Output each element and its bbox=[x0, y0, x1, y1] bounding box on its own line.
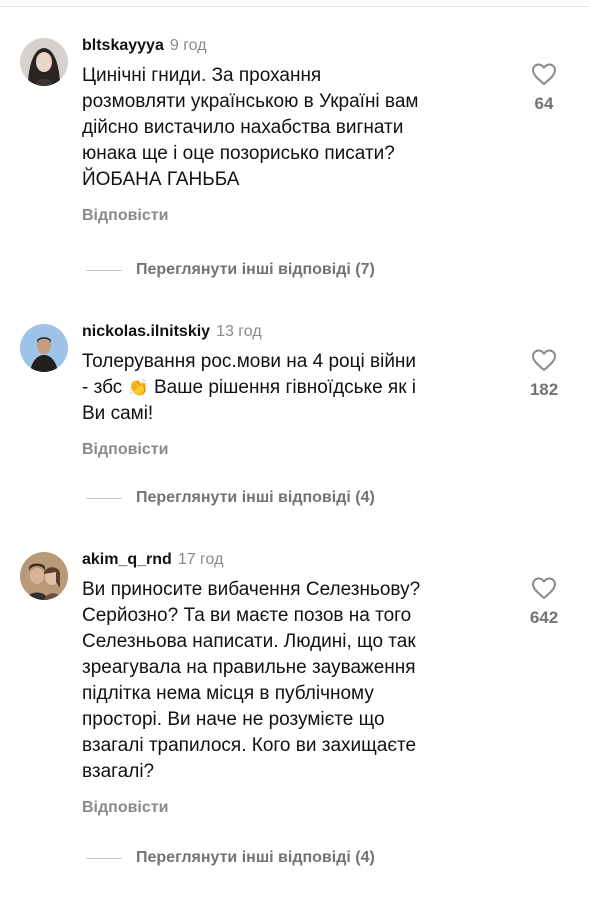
replies-divider bbox=[86, 857, 122, 859]
like-control[interactable]: 64 bbox=[524, 62, 564, 114]
top-divider bbox=[0, 6, 589, 7]
view-more-replies-label[interactable]: Переглянути інші відповіді (4) bbox=[136, 489, 375, 507]
view-more-replies-label[interactable]: Переглянути інші відповіді (7) bbox=[136, 261, 375, 279]
avatar[interactable] bbox=[20, 552, 68, 600]
comment-username[interactable]: bltskayyya bbox=[82, 37, 164, 54]
like-control[interactable]: 642 bbox=[524, 576, 564, 628]
clapping-hands-emoji: 👏 bbox=[127, 378, 149, 397]
comment-text: Ви приносите вибачення Селезньову? Серйо… bbox=[82, 579, 421, 782]
comment-time: 9 год bbox=[169, 37, 207, 54]
view-more-replies[interactable]: Переглянути інші відповіді (4) bbox=[86, 848, 375, 868]
heart-icon[interactable] bbox=[531, 62, 557, 86]
comment-time: 13 год bbox=[216, 323, 262, 340]
comment-username[interactable]: akim_q_rnd bbox=[82, 551, 172, 568]
like-count: 64 bbox=[534, 94, 554, 113]
heart-icon[interactable] bbox=[531, 576, 557, 600]
avatar-photo bbox=[20, 38, 68, 86]
like-count: 642 bbox=[529, 608, 559, 627]
reply-button[interactable]: Відповісти bbox=[82, 205, 502, 227]
comment-text: Цинічні гниди. За прохання розмовляти ук… bbox=[82, 65, 419, 190]
avatar[interactable] bbox=[20, 324, 68, 372]
comment-time: 17 год bbox=[177, 551, 224, 568]
view-more-replies[interactable]: Переглянути інші відповіді (4) bbox=[86, 488, 375, 508]
like-count: 182 bbox=[529, 380, 559, 399]
comment-username[interactable]: nickolas.ilnitskiy bbox=[82, 323, 210, 340]
replies-divider bbox=[86, 269, 122, 271]
replies-divider bbox=[86, 497, 122, 499]
view-more-replies[interactable]: Переглянути інші відповіді (7) bbox=[86, 260, 375, 280]
avatar[interactable] bbox=[20, 38, 68, 86]
like-control[interactable]: 182 bbox=[524, 348, 564, 400]
reply-button[interactable]: Відповісти bbox=[82, 439, 502, 461]
comment-text: Толерування рос.мови на 4 році війни - з… bbox=[82, 349, 502, 427]
view-more-replies-label[interactable]: Переглянути інші відповіді (4) bbox=[136, 849, 375, 867]
avatar-photo bbox=[20, 552, 68, 600]
avatar-photo bbox=[20, 324, 68, 372]
reply-button[interactable]: Відповісти bbox=[82, 797, 502, 819]
heart-icon[interactable] bbox=[531, 348, 557, 372]
